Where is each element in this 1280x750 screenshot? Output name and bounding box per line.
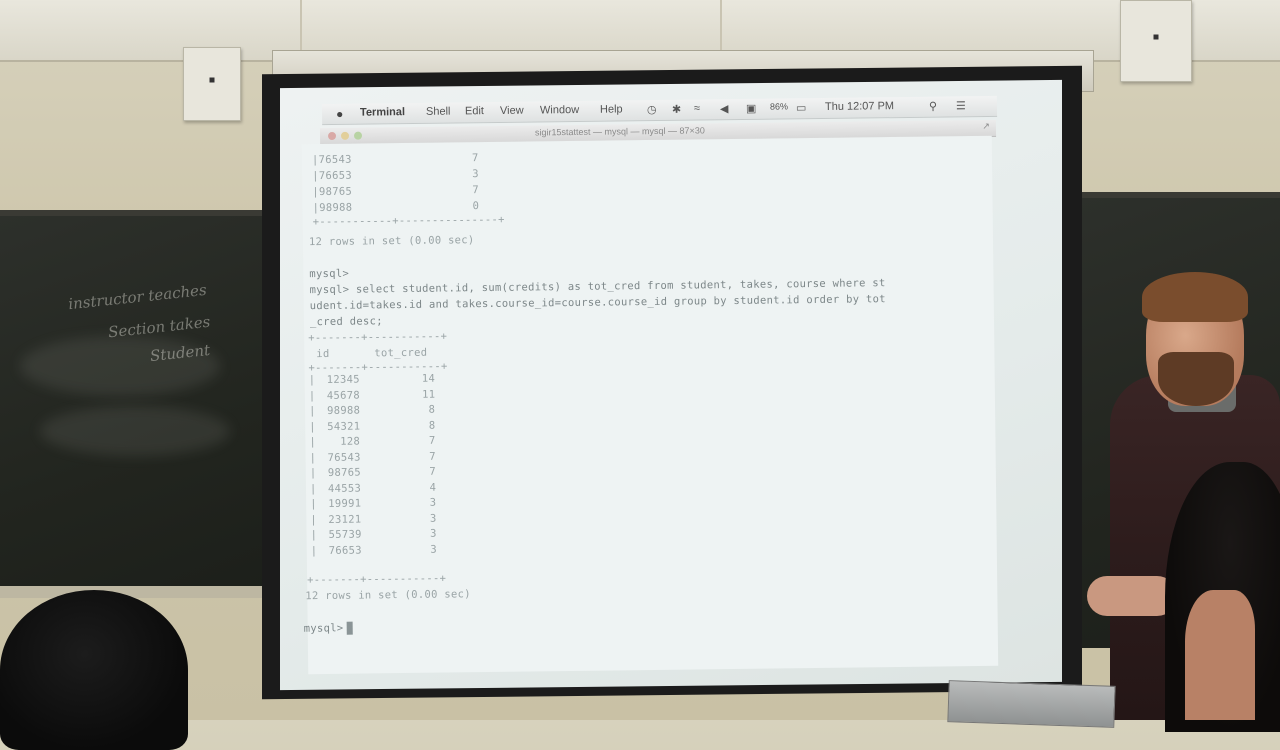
result-row-id: 54321 xyxy=(327,420,361,433)
mysql-prompt-empty: mysql> xyxy=(309,267,350,281)
result-row-border: | xyxy=(309,436,317,449)
menu-edit[interactable]: Edit xyxy=(465,105,484,117)
result-row-id: 76653 xyxy=(328,544,362,557)
menu-window[interactable]: Window xyxy=(540,104,579,116)
presenter-beard xyxy=(1158,352,1234,406)
result-row-border: | xyxy=(309,482,317,495)
result-row-tot-cred: 7 xyxy=(428,434,436,447)
battery-icon[interactable]: ▭ xyxy=(796,101,807,114)
result-row-border: | xyxy=(310,513,318,526)
result-row-id: 44553 xyxy=(327,482,362,495)
menu-terminal[interactable]: Terminal xyxy=(360,106,405,119)
text-cursor xyxy=(346,621,353,635)
display-icon[interactable]: ▣ xyxy=(746,102,757,115)
result-row-id: 23121 xyxy=(328,513,362,526)
table-border-top: +-------+-----------+ xyxy=(308,330,448,345)
bluetooth-icon[interactable]: ✱ xyxy=(672,103,681,116)
result-row-tot-cred: 3 xyxy=(429,512,437,525)
chalkboard-left: instructor teaches Section takes Student xyxy=(0,210,278,594)
spotlight-search-icon[interactable]: ⚲ xyxy=(929,100,937,113)
result-row-id: 98988 xyxy=(326,404,361,417)
presenter-hair xyxy=(1142,272,1248,322)
result-row-tot-cred: 4 xyxy=(429,481,437,494)
result-row-tot-cred: 8 xyxy=(428,419,436,432)
top-row-val: 7 xyxy=(472,184,480,197)
result-row-border: | xyxy=(310,544,318,557)
audience-member-left xyxy=(0,590,188,750)
terminal-body[interactable]: | 76543 7 | 76653 3 | 98765 7 | 98988 0 +---… xyxy=(301,135,999,675)
time-machine-icon[interactable]: ◷ xyxy=(647,103,657,116)
top-row-val: 3 xyxy=(472,168,479,181)
result-row-tot-cred: 8 xyxy=(428,403,436,416)
table-border: +-----------+---------------+ xyxy=(312,213,505,229)
result-row-border: | xyxy=(309,467,317,480)
result-row-border: | xyxy=(308,405,316,418)
result-row-id: 98765 xyxy=(327,466,361,479)
result-row-tot-cred: 11 xyxy=(421,388,436,401)
battery-percent: 86% xyxy=(769,101,789,112)
column-header-id: id xyxy=(316,347,330,361)
rows-in-set-1: 12 rows in set (0.00 sec) xyxy=(308,234,475,249)
menu-help[interactable]: Help xyxy=(600,103,623,115)
top-row-id: 98988 xyxy=(319,201,353,215)
result-row-id: 45678 xyxy=(326,389,361,402)
apple-icon[interactable]: ● xyxy=(336,107,343,121)
top-row-id: 98765 xyxy=(318,185,353,199)
menu-view[interactable]: View xyxy=(500,105,524,117)
clock[interactable]: Thu 12:07 PM xyxy=(825,100,894,113)
result-row-border: | xyxy=(309,420,316,433)
table-border-bottom: +-------+-----------+ xyxy=(307,572,447,587)
audience-member-right-face xyxy=(1185,590,1255,720)
fullscreen-icon[interactable]: ↗ xyxy=(982,121,990,132)
presenter-hands xyxy=(1087,576,1177,616)
column-header-tot-cred: tot_cred xyxy=(374,346,428,360)
result-row-border: | xyxy=(310,529,318,542)
menu-shell[interactable]: Shell xyxy=(426,106,451,118)
volume-icon[interactable]: ◀ xyxy=(720,102,729,115)
window-title: sigir15stattest — mysql — mysql — 87×30 xyxy=(534,125,705,138)
minimize-window-button[interactable] xyxy=(340,131,350,140)
result-row-tot-cred: 7 xyxy=(429,450,436,463)
close-window-button[interactable] xyxy=(327,131,337,141)
query-line-2: udent.id=takes.id and takes.course_id=co… xyxy=(309,293,886,313)
wifi-icon[interactable]: ≈ xyxy=(694,103,700,115)
result-row-id: 12345 xyxy=(326,373,360,386)
result-row-tot-cred: 3 xyxy=(429,496,437,509)
rows-in-set-2: 12 rows in set (0.00 sec) xyxy=(305,588,471,603)
top-row-id: 76653 xyxy=(318,169,352,183)
result-row-border: | xyxy=(309,451,317,464)
result-row-id: 128 xyxy=(340,435,361,448)
result-row-id: 55739 xyxy=(328,528,362,541)
result-row-border: | xyxy=(308,389,316,402)
result-row-tot-cred: 3 xyxy=(430,527,437,540)
speaker-right xyxy=(1120,0,1192,82)
result-row-border: | xyxy=(308,374,316,387)
zoom-window-button[interactable] xyxy=(353,131,363,140)
speaker-left xyxy=(183,47,241,121)
result-row-border: | xyxy=(310,498,317,511)
top-row-val: 7 xyxy=(471,152,479,165)
query-line-3: _cred desc; xyxy=(309,315,383,329)
result-row-id: 76543 xyxy=(327,451,361,464)
chalk-text-1: instructor teaches xyxy=(67,280,208,314)
result-row-tot-cred: 14 xyxy=(421,372,436,385)
laptop xyxy=(947,680,1116,728)
result-row-tot-cred: 3 xyxy=(430,543,438,556)
result-row-id: 19991 xyxy=(328,497,362,510)
mysql-prompt-final: mysql> xyxy=(304,621,353,636)
top-row-val: 0 xyxy=(472,200,480,213)
chalk-text-2: Section takes xyxy=(107,312,212,342)
notification-center-icon[interactable]: ☰ xyxy=(956,99,966,112)
top-row-id: 76543 xyxy=(318,153,352,167)
result-row-tot-cred: 7 xyxy=(429,465,437,478)
